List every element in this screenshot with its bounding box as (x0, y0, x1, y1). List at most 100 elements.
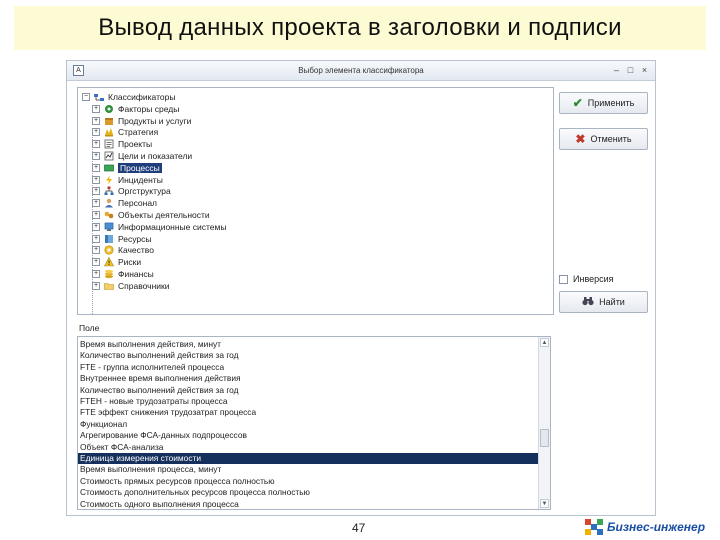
scroll-thumb[interactable] (540, 429, 549, 447)
tree-item-risks[interactable]: + Риски (92, 256, 141, 268)
tree-item-processes[interactable]: + Процессы (92, 162, 162, 174)
classifier-tree[interactable]: − Классификаторы + Факторы среды + Проду… (77, 87, 554, 315)
list-item[interactable]: Стоимость дополнительных ресурсов процес… (78, 487, 538, 498)
minimize-button[interactable]: – (612, 64, 621, 76)
tree-item-strategy[interactable]: + Стратегия (92, 126, 158, 138)
list-item-selected[interactable]: Единица измерения стоимости (78, 453, 538, 465)
tree-root-label: Классификаторы (108, 92, 176, 102)
personnel-icon (103, 198, 114, 208)
tree-item-resources[interactable]: + Ресурсы (92, 233, 152, 245)
objects-icon (103, 210, 114, 220)
collapse-icon[interactable]: − (82, 93, 90, 101)
expand-icon[interactable]: + (92, 211, 100, 219)
inversion-checkbox[interactable] (559, 274, 568, 284)
tree-item-goals[interactable]: + Цели и показатели (92, 150, 192, 162)
list-item[interactable]: Время выполнения процесса, минут (78, 464, 538, 475)
tree-item-incidents[interactable]: + Инциденты (92, 174, 163, 186)
projects-icon (103, 139, 114, 149)
tree-item-personnel[interactable]: + Персонал (92, 197, 157, 209)
expand-icon[interactable]: + (92, 187, 100, 196)
tree-item-label: Факторы среды (118, 103, 180, 114)
binoculars-icon (582, 296, 594, 308)
listbox-scrollbar[interactable]: ▲ ▼ (538, 337, 550, 509)
inversion-checkbox-row[interactable]: Инверсия (559, 274, 614, 284)
list-item[interactable]: Стоимость одного выполнения процесса (78, 499, 538, 509)
tree-item-label: Риски (118, 257, 142, 268)
list-item[interactable]: Количество выполнений действия за год (78, 350, 538, 361)
tree-item-label: Стратегия (118, 127, 159, 138)
expand-icon[interactable]: + (92, 258, 100, 267)
close-button[interactable]: × (640, 64, 649, 76)
tree-item-orgstructure[interactable]: + Оргструктура (92, 185, 171, 197)
expand-icon[interactable]: + (92, 199, 100, 208)
processes-icon (103, 163, 114, 173)
list-item[interactable]: FTE эффект снижения трудозатрат процесса (78, 407, 538, 418)
field-label: Поле (79, 323, 100, 333)
cross-icon: ✖ (575, 132, 586, 146)
find-button-label: Найти (599, 297, 625, 307)
classifier-dialog: A Выбор элемента классификатора – □ × − … (66, 60, 656, 516)
tree-item-references[interactable]: + Справочники (92, 280, 170, 292)
tree-item-label: Персонал (118, 198, 158, 209)
tree-item-label: Справочники (118, 280, 170, 291)
tree-item-label: Цели и показатели (118, 151, 193, 161)
checkmark-icon: ✔ (572, 96, 583, 110)
list-item[interactable]: Функционал (78, 419, 538, 430)
tree-root[interactable]: − Классификаторы (82, 91, 175, 103)
find-button[interactable]: Найти (559, 291, 648, 313)
maximize-button[interactable]: □ (626, 64, 635, 76)
goals-icon (103, 151, 114, 161)
tree-item-objects[interactable]: + Объекты деятельности (92, 209, 210, 221)
tree-item-label: Информационные системы (118, 221, 227, 232)
expand-icon[interactable]: + (92, 116, 100, 125)
expand-icon[interactable]: + (92, 104, 100, 113)
scroll-up-arrow-icon[interactable]: ▲ (540, 338, 549, 347)
expand-icon[interactable]: + (92, 281, 100, 290)
expand-icon[interactable]: + (92, 234, 100, 243)
list-item[interactable]: Агрегирование ФСА-данных подпроцессов (78, 430, 538, 441)
products-icon (103, 116, 114, 126)
list-item[interactable]: Внутреннее время выполнения действия (78, 373, 538, 384)
brand-footer: Бизнес-инженер (585, 519, 705, 535)
finance-icon (103, 269, 114, 279)
expand-icon[interactable]: + (92, 152, 100, 160)
expand-icon[interactable]: + (92, 270, 100, 278)
tree-item-finance[interactable]: + Финансы (92, 268, 154, 280)
classifier-root-icon (93, 92, 104, 102)
list-item[interactable]: FTE - группа исполнителей процесса (78, 362, 538, 373)
tree-item-projects[interactable]: + Проекты (92, 138, 152, 150)
list-item[interactable]: FTEH - новые трудозатраты процесса (78, 396, 538, 407)
list-item[interactable]: Стоимость прямых ресурсов процесса полно… (78, 476, 538, 487)
tree-item-label: Оргструктура (118, 186, 171, 197)
expand-icon[interactable]: + (92, 163, 100, 172)
tree-item-factors[interactable]: + Факторы среды (92, 103, 179, 115)
tree-item-label: Качество (118, 245, 154, 256)
apply-button-label: Применить (587, 98, 635, 108)
factors-icon (103, 104, 114, 114)
expand-icon[interactable]: + (92, 246, 100, 255)
list-item[interactable]: Количество выполнений действия за год (78, 385, 538, 396)
apply-button[interactable]: ✔ Применить (559, 92, 648, 114)
app-icon: A (73, 65, 84, 76)
list-item[interactable]: Время выполнения действия, минут (78, 339, 538, 350)
tree-item-info-systems[interactable]: + Информационные системы (92, 221, 226, 233)
dialog-titlebar[interactable]: A Выбор элемента классификатора – □ × (67, 61, 655, 81)
field-listbox[interactable]: Время выполнения действия, минут Количес… (77, 336, 551, 510)
brand-logo-icon (585, 519, 603, 535)
expand-icon[interactable]: + (92, 140, 100, 149)
expand-icon[interactable]: + (92, 222, 100, 231)
incidents-icon (103, 175, 114, 185)
cancel-button[interactable]: ✖ Отменить (559, 128, 648, 150)
tree-item-label: Процессы (118, 162, 162, 173)
expand-icon[interactable]: + (92, 128, 100, 137)
tree-item-label: Объекты деятельности (118, 210, 210, 220)
tree-item-quality[interactable]: + Качество (92, 244, 154, 256)
slide-title: Вывод данных проекта в заголовки и подпи… (14, 6, 706, 50)
page-number: 47 (352, 521, 366, 535)
scroll-down-arrow-icon[interactable]: ▼ (540, 499, 549, 508)
tree-item-label: Ресурсы (118, 233, 152, 244)
tree-item-products[interactable]: + Продукты и услуги (92, 115, 191, 127)
list-item[interactable]: Объект ФСА-анализа (78, 442, 538, 453)
expand-icon[interactable]: + (92, 175, 100, 184)
strategy-icon (103, 127, 114, 137)
